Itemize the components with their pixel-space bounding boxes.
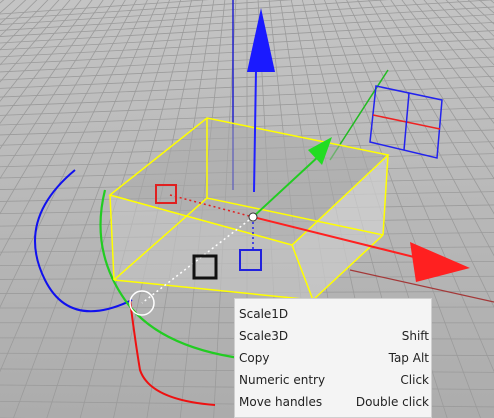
menu-item-label: Move handles [239,395,323,409]
menu-item-shortcut: Click [400,373,429,387]
gumball-origin-point[interactable] [248,212,258,222]
menu-item-shortcut: Tap Alt [388,351,429,365]
menu-item-label: Numeric entry [239,373,326,387]
menu-item-scale3d[interactable]: Scale3D Shift [235,325,431,347]
menu-item-shortcut: Double click [355,395,429,409]
menu-item-shortcut: Shift [401,329,429,343]
menu-item-label: Copy [239,351,270,365]
menu-item-label: Scale3D [239,329,289,343]
menu-item-label: Scale1D [239,307,289,321]
menu-item-move-handles[interactable]: Move handles Double click [235,391,431,413]
menu-item-numeric-entry[interactable]: Numeric entry Click [235,369,431,391]
context-menu: Scale1D Scale3D Shift Copy Tap Alt Numeric en… [234,298,432,418]
menu-item-copy[interactable]: Copy Tap Alt [235,347,431,369]
menu-item-scale1d[interactable]: Scale1D [235,303,431,325]
